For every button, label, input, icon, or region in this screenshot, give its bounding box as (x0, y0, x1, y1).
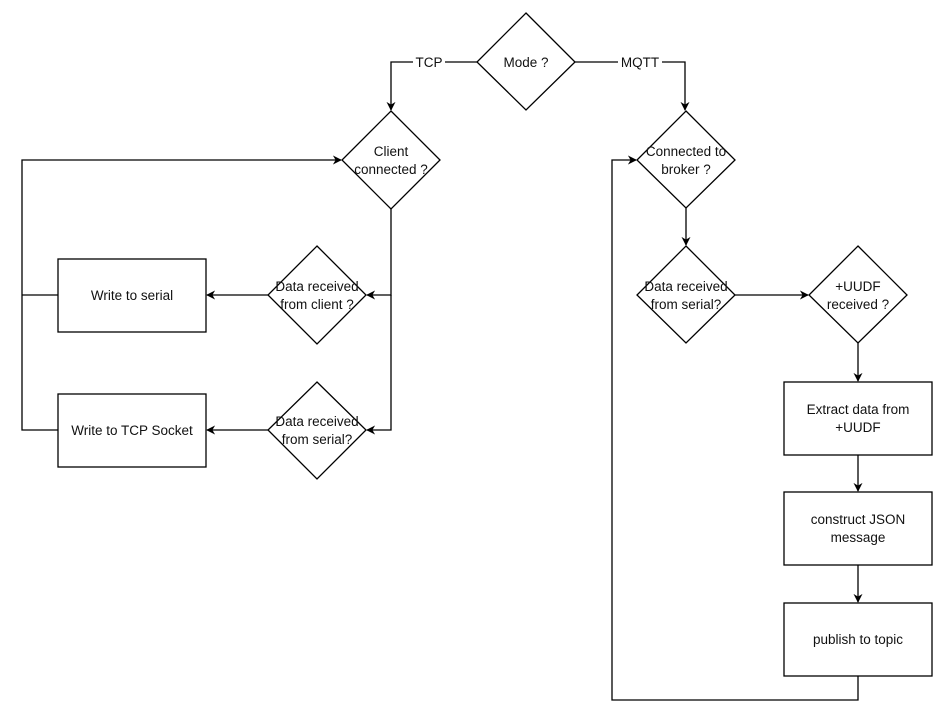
decision-data-from-client-line1: Data received (275, 279, 358, 294)
process-extract-data[interactable]: Extract data from +UUDF (783, 381, 933, 456)
process-construct-line2: message (831, 530, 886, 545)
decision-uudf-line1: +UUDF (835, 279, 880, 294)
edge-label-tcp: TCP (413, 54, 445, 70)
process-publish-label: publish to topic (813, 632, 903, 647)
decision-connected-broker-line1: Connected to (646, 144, 726, 159)
process-construct-line1: construct JSON (811, 512, 906, 527)
process-extract-line2: +UUDF (835, 420, 880, 435)
edge-label-mqtt: MQTT (618, 54, 662, 70)
decision-mode[interactable]: Mode ? (476, 12, 576, 111)
decision-client-connected-line1: Client (374, 144, 409, 159)
decision-data-from-client[interactable]: Data received from client ? (267, 245, 367, 345)
decision-data-from-serial-tcp[interactable]: Data received from serial? (267, 381, 367, 480)
decision-client-connected-line2: connected ? (354, 162, 428, 177)
process-write-tcp-label: Write to TCP Socket (71, 423, 193, 438)
decision-data-from-client-line2: from client ? (280, 297, 354, 312)
process-write-serial-label: Write to serial (91, 288, 173, 303)
edge-client-connected-to-data-from-serial (366, 295, 392, 435)
decision-data-from-serial-tcp-line2: from serial? (282, 432, 353, 447)
edge-client-connected-to-data-from-client (366, 209, 392, 300)
process-write-serial[interactable]: Write to serial (57, 258, 207, 333)
edge-label-mqtt-text: MQTT (621, 55, 659, 70)
process-write-tcp-socket[interactable]: Write to TCP Socket (57, 393, 207, 468)
process-construct-json[interactable]: construct JSON message (783, 491, 933, 566)
decision-connected-broker[interactable]: Connected to broker ? (636, 110, 736, 209)
decision-data-from-serial-tcp-line1: Data received (275, 414, 358, 429)
decision-mode-label: Mode ? (503, 55, 548, 70)
process-extract-line1: Extract data from (807, 402, 910, 417)
decision-uudf-line2: received ? (827, 297, 889, 312)
decision-connected-broker-line2: broker ? (661, 162, 711, 177)
decision-data-from-serial-mqtt-line1: Data received (644, 279, 727, 294)
edge-label-tcp-text: TCP (416, 55, 443, 70)
decision-data-from-serial-mqtt[interactable]: Data received from serial? (636, 245, 736, 344)
flowchart-canvas: TCP MQTT Mode ? Client connected ? Data … (21, 12, 933, 701)
decision-uudf-received[interactable]: +UUDF received ? (808, 245, 908, 344)
decision-data-from-serial-mqtt-line2: from serial? (651, 297, 722, 312)
decision-client-connected[interactable]: Client connected ? (341, 110, 441, 210)
process-publish-topic[interactable]: publish to topic (783, 602, 933, 677)
